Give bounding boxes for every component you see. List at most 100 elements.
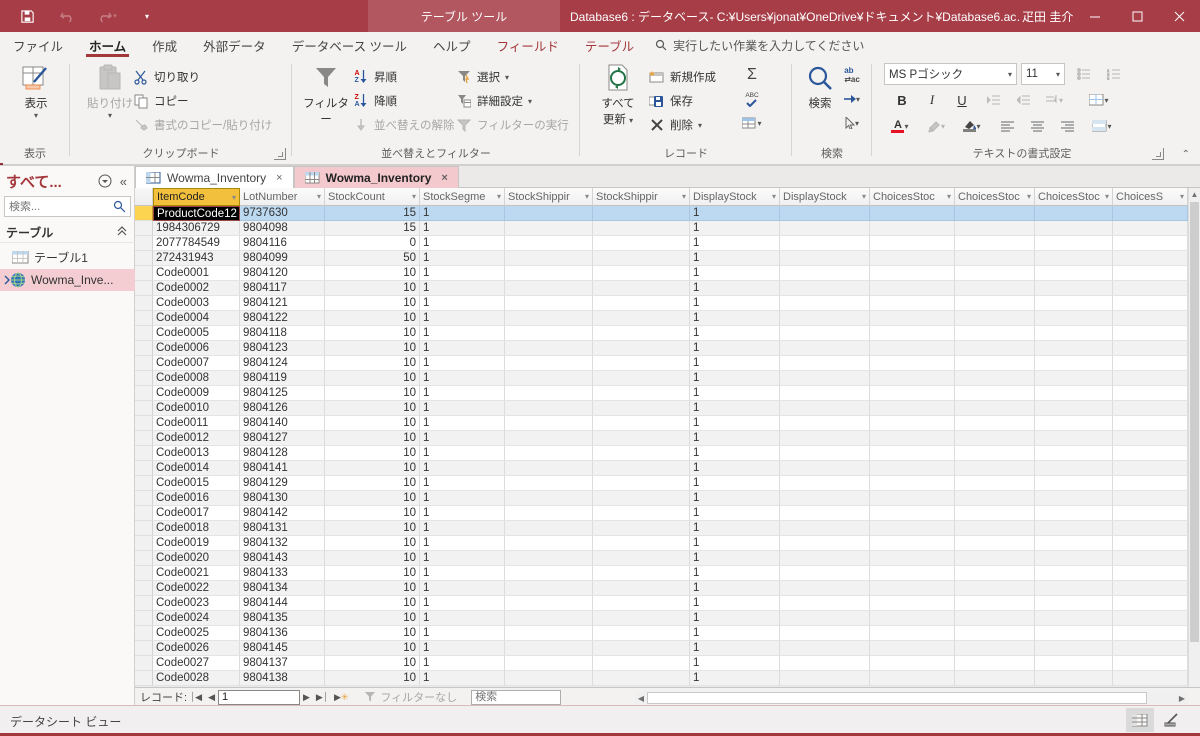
table-cell[interactable]	[780, 356, 870, 371]
table-cell[interactable]	[955, 521, 1035, 536]
table-cell[interactable]	[1035, 266, 1113, 281]
table-row[interactable]: Code002098041431011	[135, 551, 1188, 566]
table-cell[interactable]: Code0022	[153, 581, 240, 596]
table-cell[interactable]	[505, 536, 593, 551]
table-cell[interactable]	[870, 536, 955, 551]
table-cell[interactable]: Code0010	[153, 401, 240, 416]
table-cell[interactable]: 1	[690, 431, 780, 446]
table-cell[interactable]	[870, 401, 955, 416]
table-cell[interactable]	[1113, 281, 1188, 296]
font-name-combo[interactable]: MS Pゴシック▾	[884, 63, 1017, 85]
table-cell[interactable]: Code0026	[153, 641, 240, 656]
table-cell[interactable]: 10	[325, 386, 420, 401]
table-cell[interactable]	[1035, 521, 1113, 536]
table-cell[interactable]: 1	[690, 491, 780, 506]
select-all-corner[interactable]	[135, 188, 153, 206]
column-filter-dropdown-icon[interactable]: ▾	[412, 192, 416, 201]
table-cell[interactable]: 15	[325, 206, 420, 221]
table-cell[interactable]: 1	[690, 671, 780, 686]
column-header[interactable]: DisplayStock▾	[690, 188, 780, 206]
table-cell[interactable]	[955, 431, 1035, 446]
table-cell[interactable]	[1035, 446, 1113, 461]
table-cell[interactable]	[870, 596, 955, 611]
table-cell[interactable]	[1113, 251, 1188, 266]
table-cell[interactable]: 1	[420, 281, 505, 296]
table-cell[interactable]	[593, 476, 690, 491]
table-row[interactable]: Code000698041231011	[135, 341, 1188, 356]
table-cell[interactable]	[1113, 356, 1188, 371]
table-cell[interactable]	[593, 296, 690, 311]
first-record-icon[interactable]: ⏐◀	[190, 692, 202, 703]
column-header[interactable]: LotNumber▾	[240, 188, 325, 206]
table-cell[interactable]	[1035, 356, 1113, 371]
column-header[interactable]: StockShippir▾	[593, 188, 690, 206]
table-cell[interactable]	[780, 416, 870, 431]
table-cell[interactable]: Code0003	[153, 296, 240, 311]
row-selector[interactable]	[135, 251, 153, 266]
table-cell[interactable]: Code0001	[153, 266, 240, 281]
row-selector[interactable]	[135, 521, 153, 536]
table-cell[interactable]: 1	[420, 326, 505, 341]
table-cell[interactable]	[870, 251, 955, 266]
row-selector[interactable]	[135, 311, 153, 326]
row-selector[interactable]	[135, 611, 153, 626]
table-cell[interactable]	[505, 401, 593, 416]
replace-button[interactable]: ab⇄ac	[840, 64, 864, 86]
table-cell[interactable]: 9804141	[240, 461, 325, 476]
table-cell[interactable]: 9804129	[240, 476, 325, 491]
table-cell[interactable]: 1	[420, 221, 505, 236]
table-row[interactable]: Code002198041331011	[135, 566, 1188, 581]
clipboard-dialog-launcher-icon[interactable]	[274, 148, 286, 160]
cut-button[interactable]: 切り取り	[132, 66, 200, 88]
advanced-filter-button[interactable]: 詳細設定▾	[455, 90, 532, 112]
table-cell[interactable]: 9804142	[240, 506, 325, 521]
table-cell[interactable]	[780, 266, 870, 281]
table-cell[interactable]	[780, 251, 870, 266]
table-cell[interactable]: 10	[325, 521, 420, 536]
table-cell[interactable]: Code0025	[153, 626, 240, 641]
collapse-ribbon-icon[interactable]: ⌃	[1182, 149, 1190, 160]
table-cell[interactable]: 10	[325, 626, 420, 641]
column-filter-dropdown-icon[interactable]: ▾	[1105, 192, 1109, 201]
maximize-button[interactable]	[1116, 0, 1158, 32]
row-selector[interactable]	[135, 266, 153, 281]
table-cell[interactable]	[780, 581, 870, 596]
table-cell[interactable]: 1	[690, 656, 780, 671]
row-selector[interactable]	[135, 626, 153, 641]
row-selector[interactable]	[135, 431, 153, 446]
table-cell[interactable]: 272431943	[153, 251, 240, 266]
table-row[interactable]: Code002598041361011	[135, 626, 1188, 641]
column-header[interactable]: ChoicesStoc▾	[870, 188, 955, 206]
table-cell[interactable]	[1113, 431, 1188, 446]
table-cell[interactable]: 9804126	[240, 401, 325, 416]
row-selector[interactable]	[135, 401, 153, 416]
table-cell[interactable]: 9804140	[240, 416, 325, 431]
table-cell[interactable]	[870, 266, 955, 281]
new-blank-record-icon[interactable]: ▶✳	[334, 692, 348, 703]
table-cell[interactable]	[1113, 671, 1188, 686]
table-cell[interactable]	[1035, 596, 1113, 611]
table-cell[interactable]	[955, 611, 1035, 626]
table-cell[interactable]	[1035, 401, 1113, 416]
row-selector[interactable]	[135, 581, 153, 596]
row-selector[interactable]	[135, 491, 153, 506]
table-cell[interactable]	[870, 206, 955, 221]
table-cell[interactable]	[870, 581, 955, 596]
table-cell[interactable]: Code0024	[153, 611, 240, 626]
table-cell[interactable]	[1113, 491, 1188, 506]
table-cell[interactable]	[505, 356, 593, 371]
table-cell[interactable]	[1035, 566, 1113, 581]
table-row[interactable]: Code001598041291011	[135, 476, 1188, 491]
table-cell[interactable]	[1113, 506, 1188, 521]
table-row[interactable]: Code001398041281011	[135, 446, 1188, 461]
table-cell[interactable]	[1035, 206, 1113, 221]
table-cell[interactable]	[505, 236, 593, 251]
table-cell[interactable]	[505, 581, 593, 596]
column-filter-dropdown-icon[interactable]: ▾	[585, 192, 589, 201]
align-right-icon[interactable]	[1056, 115, 1080, 137]
table-cell[interactable]: 10	[325, 476, 420, 491]
table-cell[interactable]: 1	[690, 521, 780, 536]
table-cell[interactable]	[505, 626, 593, 641]
table-row[interactable]: Code002498041351011	[135, 611, 1188, 626]
table-cell[interactable]	[1113, 581, 1188, 596]
